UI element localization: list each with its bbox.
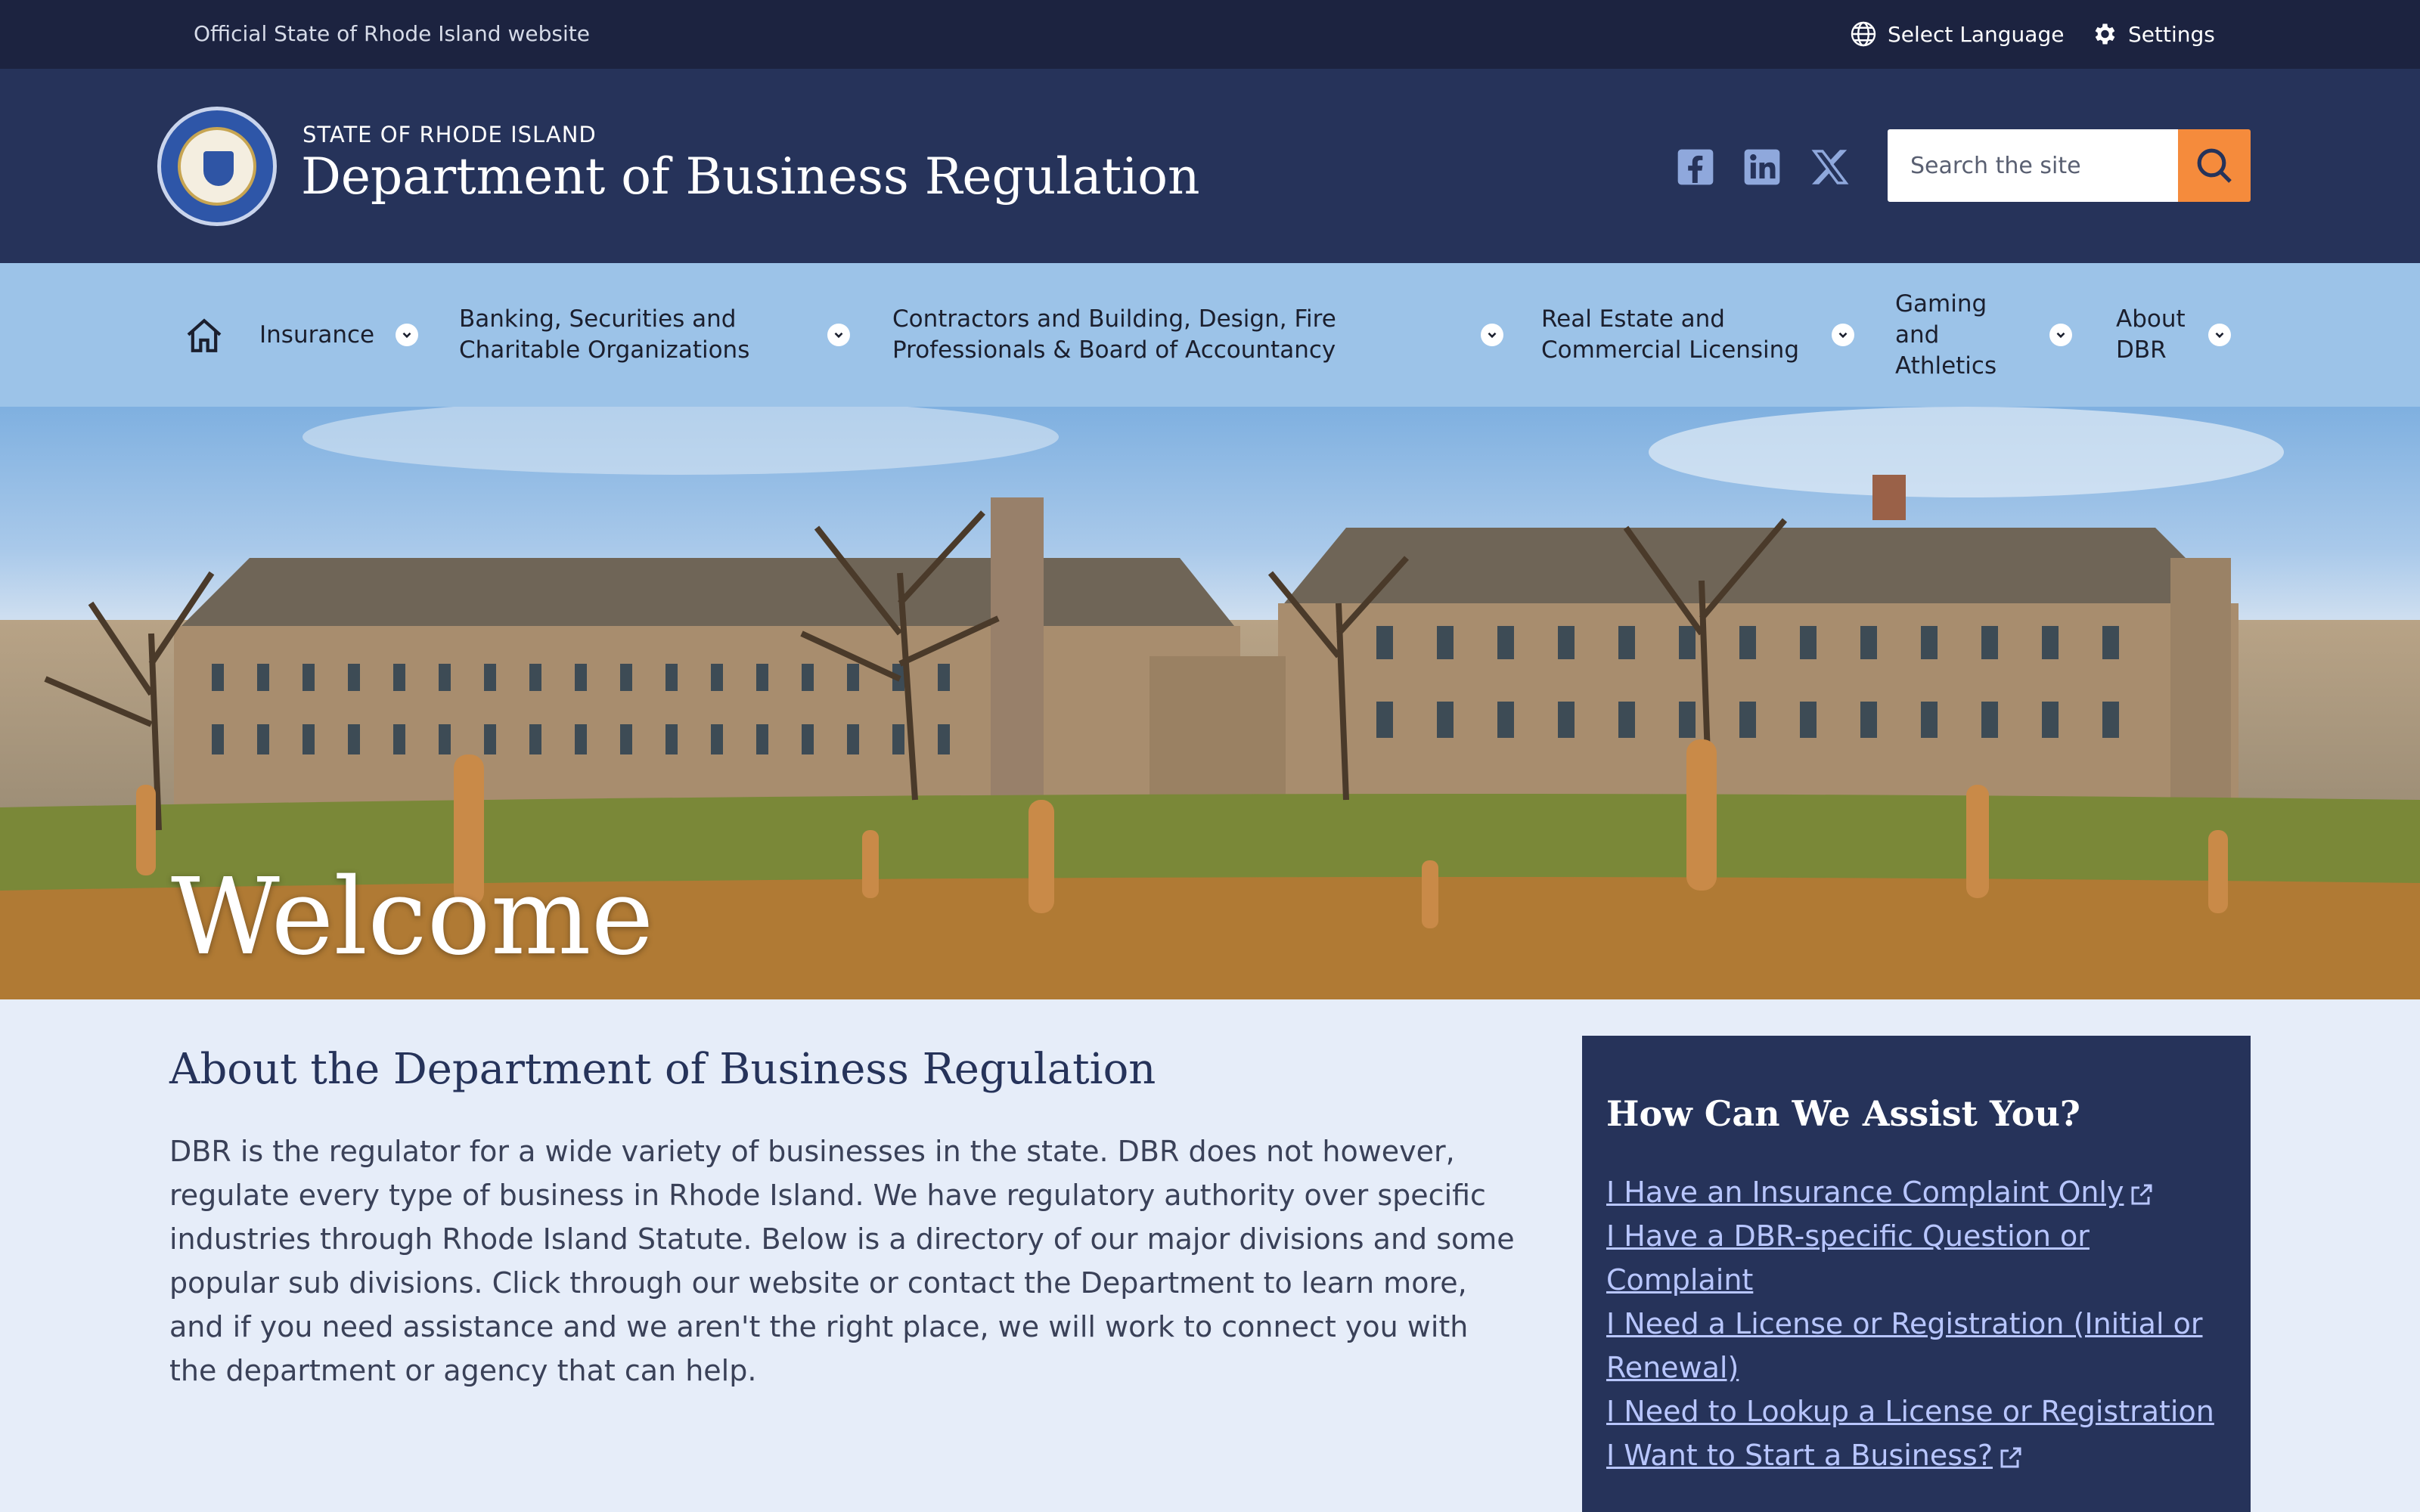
nav-item-label: Real Estate and Commercial Licensing [1541, 305, 1799, 364]
chevron-down-icon[interactable] [1832, 324, 1854, 346]
home-icon [187, 318, 222, 352]
about-paragraph: DBR is the regulator for a wide variety … [169, 1135, 1515, 1387]
assist-links: I Have an Insurance Complaint Only I Hav… [1606, 1170, 2226, 1477]
nav-item-real-estate[interactable]: Real Estate and Commercial Licensing [1541, 263, 1859, 407]
chevron-down-icon[interactable] [396, 324, 418, 346]
nav-item-gaming-athletics[interactable]: Gaming and Athletics [1895, 263, 2077, 407]
insurance-complaint-link[interactable]: I Have an Insurance Complaint Only [1606, 1176, 2124, 1209]
nav-item-contractors-building[interactable]: Contractors and Building, Design, Fire P… [892, 263, 1503, 407]
list-item: I Need to Lookup a License or Registrati… [1606, 1390, 2226, 1433]
nav-item-label: Banking, Securities and Charitable Organ… [459, 305, 750, 364]
license-registration-link[interactable]: I Need a License or Registration (Initia… [1606, 1307, 2202, 1384]
assist-heading: How Can We Assist You? [1606, 1093, 2080, 1134]
search-icon [2197, 148, 2232, 183]
nav-item-label: Contractors and Building, Design, Fire P… [892, 305, 1336, 364]
facebook-icon[interactable] [1674, 146, 1717, 188]
official-site-notice: Official State of Rhode Island website [194, 21, 590, 46]
select-language-button[interactable]: Select Language [1850, 17, 2064, 51]
gear-icon [2095, 23, 2115, 45]
x-icon[interactable] [1809, 146, 1851, 188]
nav-item-label: Insurance [259, 321, 375, 349]
department-title[interactable]: Department of Business Regulation [301, 147, 1200, 206]
search-input[interactable] [1888, 129, 2178, 202]
utility-bar: Official State of Rhode Island website S… [0, 0, 2420, 69]
list-item: I Have an Insurance Complaint Only [1606, 1170, 2226, 1214]
hero-banner: Welcome [0, 407, 2420, 999]
assist-panel: How Can We Assist You? I Have an Insuran… [1582, 1036, 2251, 1512]
dbr-question-link[interactable]: I Have a DBR-specific Question or Compla… [1606, 1219, 2090, 1297]
site-header: STATE OF RHODE ISLAND Department of Busi… [0, 69, 2420, 263]
dbr-seal-logo[interactable] [157, 107, 277, 226]
external-link-icon [2000, 1447, 2021, 1467]
chevron-down-icon[interactable] [2208, 324, 2231, 346]
chevron-down-icon[interactable] [2049, 324, 2072, 346]
list-item: I Need a License or Registration (Initia… [1606, 1302, 2226, 1390]
nav-item-label: About DBR [2116, 305, 2186, 364]
settings-button[interactable]: Settings [2090, 17, 2215, 51]
hero-title: Welcome [171, 856, 654, 979]
main-navigation: Insurance Banking, Securities and Charit… [0, 263, 2420, 407]
nav-item-label: Gaming and Athletics [1895, 290, 1997, 380]
about-heading: About the Department of Business Regulat… [169, 1045, 1156, 1094]
nav-item-banking-securities[interactable]: Banking, Securities and Charitable Organ… [459, 263, 858, 407]
list-item: I Have a DBR-specific Question or Compla… [1606, 1214, 2226, 1302]
nav-item-about-dbr[interactable]: About DBR [2116, 263, 2237, 407]
external-link-icon [2131, 1184, 2152, 1204]
globe-icon [1851, 21, 1876, 47]
chevron-down-icon[interactable] [1481, 324, 1503, 346]
settings-label: Settings [2128, 21, 2215, 47]
select-language-label: Select Language [1888, 21, 2065, 47]
chevron-down-icon[interactable] [827, 324, 850, 346]
search-button[interactable] [2178, 129, 2251, 202]
home-link[interactable] [183, 314, 225, 357]
linkedin-icon[interactable] [1741, 146, 1783, 188]
license-lookup-link[interactable]: I Need to Lookup a License or Registrati… [1606, 1395, 2214, 1428]
nav-item-insurance[interactable]: Insurance [259, 263, 426, 407]
state-name: STATE OF RHODE ISLAND [302, 122, 597, 147]
start-business-link[interactable]: I Want to Start a Business? [1606, 1439, 1993, 1472]
list-item: I Want to Start a Business? [1606, 1433, 2226, 1477]
